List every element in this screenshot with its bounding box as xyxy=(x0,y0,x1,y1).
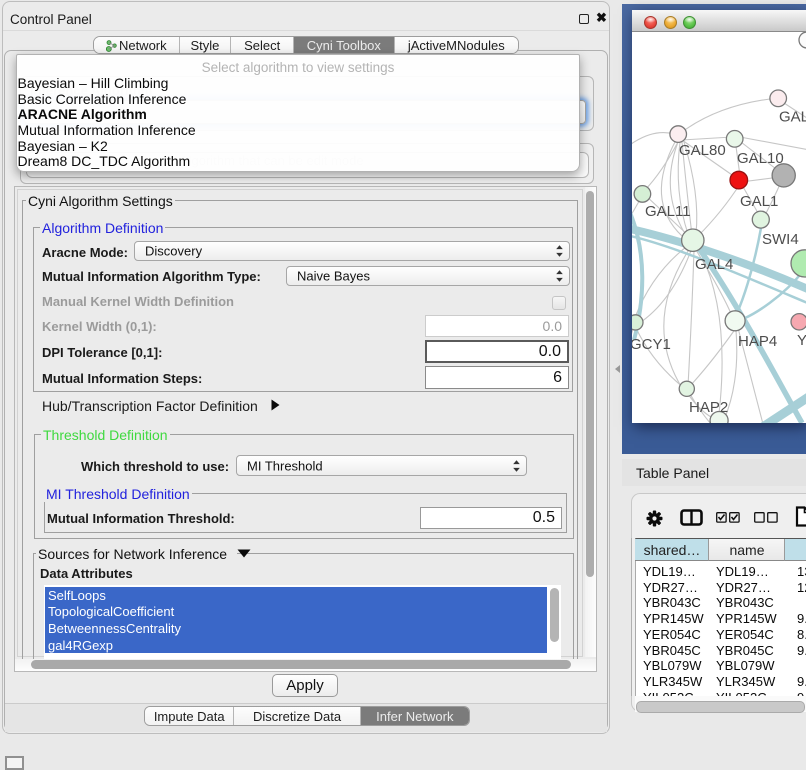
svg-text:Y: Y xyxy=(797,332,806,349)
svg-text:HAP2: HAP2 xyxy=(689,399,728,416)
svg-text:GCY1: GCY1 xyxy=(632,336,671,353)
svg-text:GAL4: GAL4 xyxy=(695,256,733,273)
svg-text:GAL11: GAL11 xyxy=(645,203,691,220)
svg-text:HAP4: HAP4 xyxy=(738,333,777,350)
svg-text:GAL: GAL xyxy=(779,109,806,126)
svg-text:GAL80: GAL80 xyxy=(679,142,726,159)
svg-text:SWI4: SWI4 xyxy=(762,231,799,248)
svg-text:GAL10: GAL10 xyxy=(737,150,784,167)
svg-text:GAL1: GAL1 xyxy=(740,193,778,210)
